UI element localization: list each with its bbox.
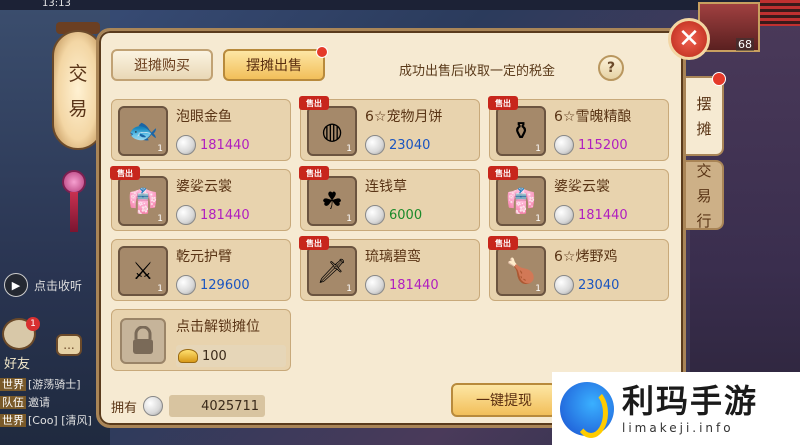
silver-coin-icon xyxy=(176,135,196,155)
stall-slot[interactable]: ⚔ 1 乾元护臂 129600 xyxy=(111,239,291,301)
chat-icon[interactable]: ... xyxy=(56,334,82,356)
wine-jar-icon: ⚱ 1 xyxy=(496,106,546,156)
item-price: 181440 xyxy=(176,135,250,155)
item-name: 6☆宠物月饼 xyxy=(365,109,443,125)
silver-coin-icon xyxy=(176,275,196,295)
sold-tag: 售出 xyxy=(110,166,140,180)
silver-coin-icon xyxy=(554,205,574,225)
stall-slot[interactable]: ☘ 1 售出 连钱草 6000 xyxy=(299,166,480,231)
owned-value: 4025711 xyxy=(169,395,266,417)
lock-icon xyxy=(120,318,166,364)
tassel xyxy=(70,192,78,232)
play-icon[interactable]: ▶ xyxy=(4,273,28,297)
voice-chat-toggle[interactable]: ▶ 点击收听 xyxy=(0,270,110,300)
item-price: 115200 xyxy=(554,135,628,155)
stall-slot[interactable]: 🗡 1 售出 琉璃碧鸾 181440 xyxy=(299,236,480,301)
stall-slot[interactable]: 👘 1 售出 婆娑云裳 181440 xyxy=(110,166,291,231)
silver-coin-icon xyxy=(554,275,574,295)
close-icon[interactable]: ✕ xyxy=(668,18,710,60)
item-name: 婆娑云裳 xyxy=(554,179,610,195)
watermark-url: limakeji.info xyxy=(622,420,734,435)
panel-tabs: 逛摊购买 摆摊出售 xyxy=(111,46,328,83)
robe-icon: 👘 1 xyxy=(118,176,168,226)
watermark-logo: 利玛手游 limakeji.info xyxy=(552,372,800,445)
unlock-cost: 100 xyxy=(176,345,286,367)
notification-dot xyxy=(316,46,328,58)
tab-stall[interactable]: 摆摊 xyxy=(686,76,724,156)
stall-grid: 🐟 1 泡眼金鱼 181440 ◍ 1 售出 6☆宠物月饼 23040 ⚱ 1 售出 … xyxy=(110,96,669,371)
tax-note: 成功出售后收取一定的税金 xyxy=(399,64,556,79)
withdraw-all-button[interactable]: 一键提现 xyxy=(451,383,557,417)
locked-stall-slot[interactable]: 点击解锁摊位 100 xyxy=(111,309,291,371)
item-price: 181440 xyxy=(554,205,628,225)
tab-sell-stall[interactable]: 摆摊出售 xyxy=(223,46,328,81)
stall-slot[interactable]: ⚱ 1 售出 6☆雪魄精酿 115200 xyxy=(488,96,669,161)
bracer-icon: ⚔ 1 xyxy=(118,246,168,296)
mooncake-icon: ◍ 1 xyxy=(307,106,357,156)
item-price: 181440 xyxy=(176,205,250,225)
stall-panel: 逛摊购买 摆摊出售 成功出售后收取一定的税金 ? 🐟 1 泡眼金鱼 181440 … xyxy=(96,28,686,428)
sold-tag: 售出 xyxy=(299,96,329,110)
item-price: 23040 xyxy=(554,275,619,295)
lucky-knot-icon xyxy=(62,170,86,194)
chat-line: 队伍 邀请 xyxy=(0,396,50,409)
item-name: 琉璃碧鸾 xyxy=(365,249,421,265)
item-name: 6☆烤野鸡 xyxy=(554,249,618,265)
item-name: 泡眼金鱼 xyxy=(176,109,232,125)
watermark-title: 利玛手游 xyxy=(622,381,759,420)
herb-icon: ☘ 1 xyxy=(307,176,357,226)
lantern-char: 易 xyxy=(68,98,88,120)
roast-food-icon: 🍗 1 xyxy=(496,246,546,296)
sold-tag: 售出 xyxy=(488,236,518,250)
robe-icon: 👘 1 xyxy=(496,176,546,226)
help-button[interactable]: ? xyxy=(598,55,624,81)
owned-label: 拥有 xyxy=(111,400,138,416)
fish-icon: 🐟 1 xyxy=(118,106,168,156)
sold-tag: 售出 xyxy=(488,96,518,110)
notification-dot xyxy=(712,72,726,86)
item-price: 181440 xyxy=(365,275,439,295)
chat-line: 世界 [游荡骑士] xyxy=(0,378,81,391)
sold-tag: 售出 xyxy=(299,236,329,250)
silver-coin-icon xyxy=(143,396,164,416)
silver-coin-icon xyxy=(176,205,196,225)
stall-slot[interactable]: 🐟 1 泡眼金鱼 181440 xyxy=(111,99,291,161)
voice-chat-label: 点击收听 xyxy=(34,278,83,293)
lantern-char: 交 xyxy=(68,63,88,85)
owned-currency: 拥有 4025711 xyxy=(111,395,266,417)
tab-browse-stalls[interactable]: 逛摊购买 xyxy=(111,49,213,81)
stall-slot[interactable]: 👘 1 售出 婆娑云裳 181440 xyxy=(488,166,669,231)
item-name: 婆娑云裳 xyxy=(176,179,232,195)
stall-slot[interactable]: 🍗 1 售出 6☆烤野鸡 23040 xyxy=(488,236,669,301)
silver-coin-icon xyxy=(365,135,385,155)
gold-ingot-icon xyxy=(178,349,198,363)
hp-bars xyxy=(760,0,800,26)
item-name: 连钱草 xyxy=(365,179,407,195)
silver-coin-icon xyxy=(365,275,385,295)
unlock-label: 点击解锁摊位 xyxy=(176,319,260,335)
sold-tag: 售出 xyxy=(488,166,518,180)
silver-coin-icon xyxy=(365,205,385,225)
item-name: 乾元护臂 xyxy=(176,249,232,265)
friend-label: 好友 xyxy=(4,357,31,372)
chat-line: 世界 [Coo] [清风] xyxy=(0,414,92,427)
item-price: 129600 xyxy=(176,275,250,295)
item-name: 6☆雪魄精酿 xyxy=(554,109,632,125)
item-price: 23040 xyxy=(365,135,430,155)
friend-badge: 1 xyxy=(26,317,40,331)
stall-slot[interactable]: ◍ 1 售出 6☆宠物月饼 23040 xyxy=(299,96,480,161)
silver-coin-icon xyxy=(554,135,574,155)
weapon-icon: 🗡 1 xyxy=(307,246,357,296)
tab-trading-house[interactable]: 交易行 xyxy=(686,160,724,230)
clock: 13:13 xyxy=(42,0,71,9)
status-bar: 13:13 xyxy=(0,0,800,10)
item-price: 6000 xyxy=(365,205,422,225)
sold-tag: 售出 xyxy=(299,166,329,180)
player-level: 68 xyxy=(736,38,754,51)
watermark-logo-icon xyxy=(560,381,614,438)
